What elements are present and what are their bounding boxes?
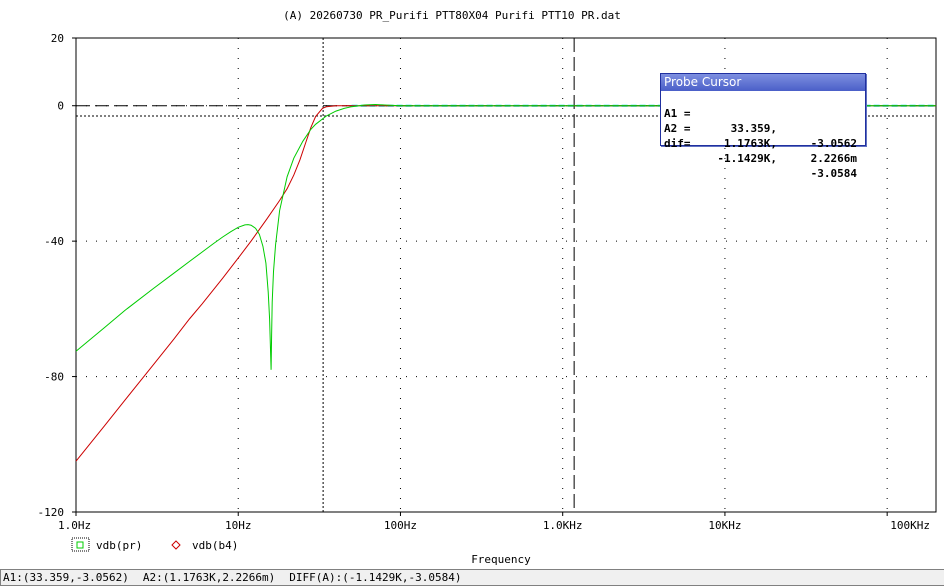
probe-cursor-title[interactable]: Probe Cursor: [661, 74, 865, 91]
cursor-row-x: 1.1763K,: [724, 137, 777, 150]
legend-item-vdb-b4-[interactable]: vdb(b4): [171, 539, 238, 552]
cursor-row-y: 2.2266m: [810, 152, 857, 165]
x-axis-label: Frequency: [471, 553, 531, 566]
cursor-row-y: -3.0562: [810, 137, 857, 150]
legend-label: vdb(pr): [96, 539, 142, 552]
legend-label: vdb(b4): [192, 539, 238, 552]
cursor-row-a1: A1 = 33.359, -3.0562: [661, 91, 865, 150]
x-tick-label: 1.0Hz: [58, 519, 91, 532]
x-tick-label: 1.0KHz: [543, 519, 583, 532]
legend-focus-box: [71, 537, 90, 552]
x-tick-label: 10Hz: [225, 519, 252, 532]
cursor-row-dif: dif= -1.1429K, -3.0584: [661, 121, 865, 180]
legend-item-vdb-pr-[interactable]: vdb(pr): [71, 537, 142, 552]
y-tick-label: -40: [44, 235, 64, 248]
diamond-marker-icon: [171, 540, 181, 550]
legend[interactable]: vdb(pr) vdb(b4): [71, 537, 238, 552]
cursor-row-a2: A2 = 1.1763K, 2.2266m: [661, 106, 865, 165]
x-tick-label: 100Hz: [384, 519, 417, 532]
cursor-row-x: -1.1429K,: [717, 152, 777, 165]
status-bar: A1:(33.359,-3.0562) A2:(1.1763K,2.2266m) D…: [0, 569, 944, 586]
x-tick-label: 100KHz: [890, 519, 930, 532]
y-tick-label: 20: [51, 32, 64, 45]
status-a2: A2:(1.1763K,2.2266m): [142, 571, 276, 584]
status-diff: DIFF(A):(-1.1429K,-3.0584): [289, 571, 462, 584]
status-a1: A1:(33.359,-3.0562): [3, 571, 129, 584]
probe-cursor-window[interactable]: Probe Cursor A1 = 33.359, -3.0562 A2 = 1…: [660, 73, 866, 180]
series-group: [75, 103, 936, 462]
y-tick-label: -120: [38, 506, 65, 519]
series-vdb-b4-: [75, 105, 936, 462]
x-tick-label: 10KHz: [708, 519, 741, 532]
cursor-row-label: dif=: [664, 137, 691, 150]
square-marker-icon: [76, 541, 84, 549]
y-tick-label: 0: [57, 100, 64, 113]
y-tick-label: -80: [44, 371, 64, 384]
plot-title: (A) 20260730 PR_Purifi PTT80X04 Purifi P…: [283, 9, 621, 22]
cursor-row-y: -3.0584: [810, 167, 857, 180]
